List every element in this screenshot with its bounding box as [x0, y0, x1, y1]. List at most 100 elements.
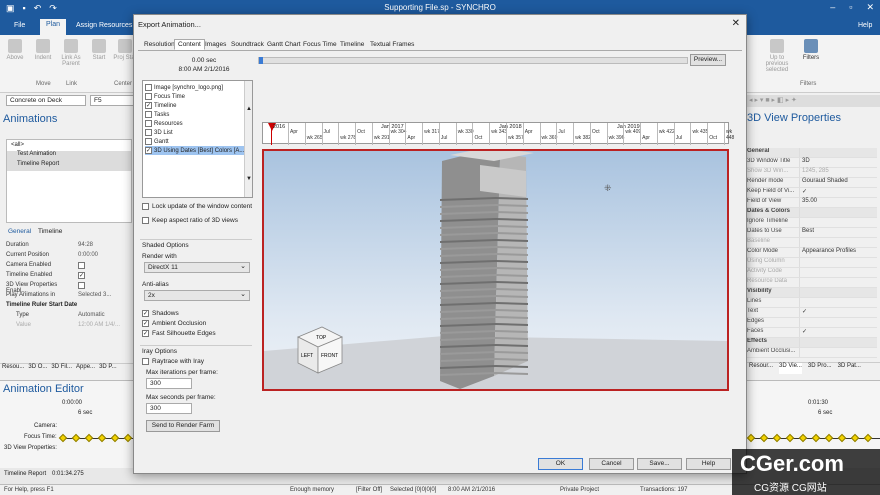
property-value[interactable]: Gouraud Shaded — [799, 178, 848, 187]
property-row[interactable]: Faces ✓ — [747, 328, 877, 338]
tab-file[interactable]: File — [8, 20, 31, 31]
keep-aspect-checkbox[interactable] — [142, 217, 149, 224]
resource-combo[interactable]: Concrete on Deck — [6, 95, 86, 106]
tab-soundtrack[interactable]: Soundtrack — [227, 39, 268, 50]
property-row[interactable]: Keep Field of Vi... ✓ — [747, 188, 877, 198]
layer-checkbox[interactable]: ✓ — [145, 102, 152, 109]
lock-update-option[interactable]: Lock update of the window content — [142, 203, 252, 210]
prop-timeline-enabled[interactable]: Timeline Enabled ✓ — [6, 272, 130, 281]
prop-camera-enabled[interactable]: Camera Enabled — [6, 262, 130, 271]
link-as-parent-button[interactable]: Link As Parent — [58, 39, 84, 67]
shadows-option[interactable]: ✓ Shadows — [142, 310, 179, 317]
checkbox[interactable]: ✓ — [78, 272, 85, 279]
ok-button[interactable]: OK — [538, 458, 583, 470]
max-iterations-input[interactable]: 300 — [146, 378, 192, 389]
close-icon[interactable]: ✕ — [732, 18, 740, 29]
preview-button[interactable]: Preview... — [690, 54, 726, 66]
property-value[interactable]: ✓ — [799, 308, 807, 317]
property-value[interactable]: ✓ — [799, 328, 807, 337]
keyframe-diamond[interactable] — [837, 433, 847, 443]
anti-alias-select[interactable]: 2x — [144, 290, 250, 301]
toolbar-icons[interactable]: ◂ ▸ ▾ ■ ▸ ◧ ▸ ✦ — [749, 96, 797, 104]
property-row[interactable]: Lines — [747, 298, 877, 308]
layer-checkbox[interactable] — [145, 120, 152, 127]
keyframe-diamond[interactable] — [863, 433, 873, 443]
checkbox[interactable] — [78, 282, 85, 289]
property-row[interactable]: Field of View 35.00 — [747, 198, 877, 208]
keyframe-diamond[interactable] — [84, 433, 94, 443]
property-row[interactable]: Resource Data — [747, 278, 877, 288]
checkbox[interactable] — [78, 262, 85, 269]
scroll-up-icon[interactable]: ▲ — [246, 106, 252, 112]
property-value[interactable] — [799, 318, 802, 327]
help-link[interactable]: Help — [852, 20, 878, 31]
view-cube[interactable]: TOP LEFT FRONT — [297, 326, 343, 374]
property-value[interactable]: 35.00 — [799, 198, 817, 207]
max-seconds-input[interactable]: 300 — [146, 403, 192, 414]
keyframe-diamond[interactable] — [824, 433, 834, 443]
property-row[interactable]: Visibility — [747, 288, 877, 298]
property-row[interactable]: Using Column — [747, 258, 877, 268]
indent-button[interactable]: Indent — [30, 39, 56, 61]
keyframe-diamond[interactable] — [746, 433, 756, 443]
3d-view[interactable]: TOP LEFT FRONT ⁜ — [262, 149, 729, 391]
layer-item[interactable]: Focus Time — [145, 92, 245, 101]
keyframe-diamond[interactable] — [71, 433, 81, 443]
fast-silhouette-option[interactable]: ✓ Fast Silhouette Edges — [142, 330, 216, 337]
tab-3d-properties[interactable]: 3D Pro... — [808, 363, 832, 374]
layer-checkbox[interactable] — [145, 129, 152, 136]
cancel-button[interactable]: Cancel — [589, 458, 634, 470]
keyframe-diamond[interactable] — [58, 433, 68, 443]
keyframe-diamond[interactable] — [123, 433, 133, 443]
layer-checkbox[interactable] — [145, 84, 152, 91]
property-value[interactable] — [799, 238, 802, 247]
scroll-down-icon[interactable]: ▼ — [246, 176, 252, 182]
property-row[interactable]: Baseline — [747, 238, 877, 248]
layer-item[interactable]: 3D List — [145, 128, 245, 137]
property-row[interactable]: Render mode Gouraud Shaded — [747, 178, 877, 188]
property-row[interactable]: Dates & Colors — [747, 208, 877, 218]
lock-update-checkbox[interactable] — [142, 203, 149, 210]
maximize-icon[interactable]: ▫ — [849, 2, 852, 13]
layer-checkbox[interactable] — [145, 111, 152, 118]
tree-item-timeline-report[interactable]: Timeline Report — [7, 161, 131, 171]
property-value[interactable]: 1245, 285 — [799, 168, 829, 177]
keyframe-diamond[interactable] — [798, 433, 808, 443]
tab-3d-view[interactable]: 3D Vie... — [779, 363, 802, 374]
layer-item[interactable]: Gantt — [145, 137, 245, 146]
start-button[interactable]: Start — [86, 39, 112, 61]
prop-3d-view-properties[interactable]: 3D View Properties Enabl... — [6, 282, 130, 294]
layer-item[interactable]: ✓ 3D Using Dates [Best] Colors [A... — [145, 146, 245, 155]
keyframe-diamond[interactable] — [110, 433, 120, 443]
property-row[interactable]: Color Mode Appearance Profiles — [747, 248, 877, 258]
layer-item[interactable]: ✓ Timeline — [145, 101, 245, 110]
ambient-occlusion-checkbox[interactable]: ✓ — [142, 320, 149, 327]
ambient-occlusion-option[interactable]: ✓ Ambient Occlusion — [142, 320, 206, 327]
layer-item[interactable]: Tasks — [145, 110, 245, 119]
property-value[interactable] — [799, 278, 802, 287]
tab-textual-frames[interactable]: Textual Frames — [366, 39, 418, 50]
tab-3d-objects[interactable]: 3D O... — [28, 364, 47, 375]
raytrace-option[interactable]: Raytrace with Iray — [142, 358, 204, 365]
layer-item[interactable]: Resources — [145, 119, 245, 128]
property-row[interactable]: Activity Code — [747, 268, 877, 278]
tree-item-all[interactable]: <all> — [11, 142, 24, 148]
keep-aspect-option[interactable]: Keep aspect ratio of 3D views — [142, 217, 238, 224]
fast-silhouette-checkbox[interactable]: ✓ — [142, 330, 149, 337]
property-row[interactable]: Effects — [747, 338, 877, 348]
layer-checkbox[interactable]: ✓ — [145, 147, 152, 154]
tab-focus-time[interactable]: Focus Time — [299, 39, 341, 50]
help-button[interactable]: Help — [686, 458, 731, 470]
tab-timeline[interactable]: Timeline — [38, 228, 62, 235]
shadows-checkbox[interactable]: ✓ — [142, 310, 149, 317]
property-value[interactable]: Appearance Profiles — [799, 248, 856, 257]
property-value[interactable]: ✓ — [799, 188, 807, 197]
property-row[interactable]: Edges — [747, 318, 877, 328]
tab-3d-paths[interactable]: 3D P... — [99, 364, 117, 375]
property-value[interactable] — [799, 288, 802, 297]
render-with-select[interactable]: DirectX 11 — [144, 262, 250, 273]
tab-images[interactable]: Images — [201, 39, 230, 50]
close-icon[interactable]: ✕ — [866, 2, 874, 13]
keyframe-diamond[interactable] — [850, 433, 860, 443]
slider-thumb[interactable] — [259, 57, 263, 64]
